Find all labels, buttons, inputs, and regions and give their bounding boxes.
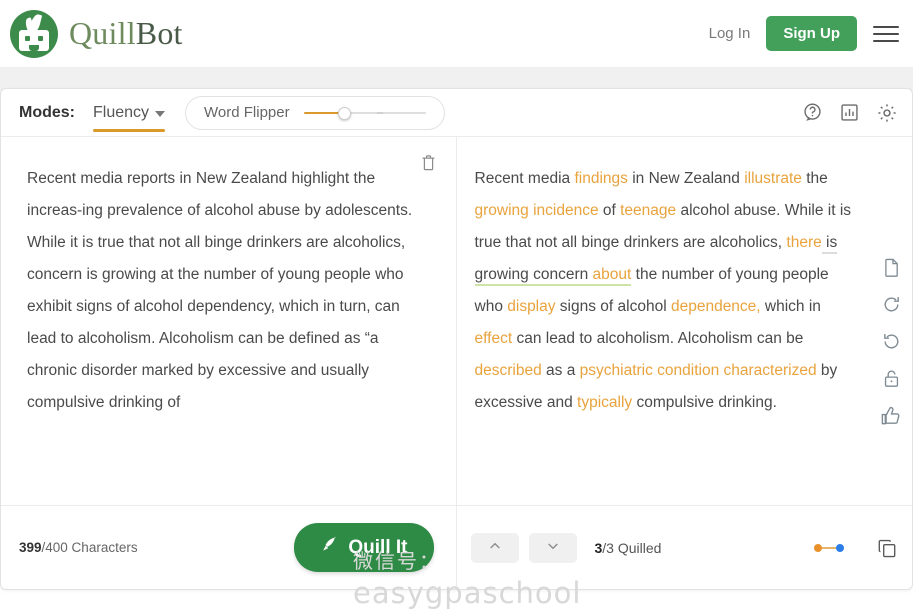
changed-phrase[interactable]: growing concern	[474, 266, 593, 286]
output-tools	[870, 257, 912, 427]
app-header: QuillBot Log In Sign Up	[0, 0, 913, 67]
chevron-down-icon	[155, 110, 166, 117]
changed-phrase[interactable]: is	[821, 234, 838, 254]
output-text-run: can lead to alcoholism. Alcoholism can b…	[512, 330, 804, 347]
paraphraser-card: Modes: Fluency Word Flipper Recent media…	[0, 88, 913, 610]
suggested-word[interactable]: about	[592, 266, 632, 286]
hamburger-menu-icon[interactable]	[873, 24, 899, 44]
sentence-diff-legend[interactable]	[814, 543, 844, 552]
input-text[interactable]: Recent media reports in New Zealand high…	[1, 137, 456, 419]
output-text-run: which in	[760, 298, 821, 315]
suggested-word[interactable]: teenage	[620, 202, 676, 219]
previous-variant-button[interactable]	[470, 532, 519, 563]
signup-button[interactable]: Sign Up	[766, 16, 857, 51]
legend-dot-orange	[814, 543, 822, 552]
brand-name: QuillBot	[69, 15, 183, 52]
suggested-word[interactable]: illustrate	[744, 170, 802, 187]
word-flipper-slider[interactable]	[303, 106, 426, 120]
output-text-run: compulsive drinking.	[632, 394, 777, 411]
suggested-word[interactable]: typically	[577, 394, 632, 411]
redo-icon[interactable]	[881, 294, 902, 315]
brand-name-quill: Quill	[69, 15, 136, 51]
suggested-word[interactable]: effect	[475, 330, 513, 347]
input-panel[interactable]: Recent media reports in New Zealand high…	[1, 137, 457, 505]
modes-bar: Modes: Fluency Word Flipper	[1, 89, 912, 137]
output-text-run: the	[801, 170, 828, 187]
footer-right: 3/3 Quilled	[457, 506, 913, 589]
header-actions: Log In Sign Up	[709, 16, 899, 51]
output-text[interactable]: Recent media findings in New Zealand ill…	[457, 137, 913, 419]
suggested-word[interactable]: described	[475, 362, 542, 379]
bar-chart-icon[interactable]	[839, 102, 860, 123]
character-count: 399/400 Characters	[19, 540, 138, 555]
quilled-counter: 3/3 Quilled	[595, 540, 662, 556]
character-count-current: 399	[19, 540, 42, 555]
word-flipper-control[interactable]: Word Flipper	[185, 95, 446, 130]
quilled-total: /3 Quilled	[602, 539, 662, 556]
document-icon[interactable]	[881, 257, 902, 278]
modes-label: Modes:	[19, 103, 75, 121]
suggested-word[interactable]: display	[507, 298, 555, 315]
legend-connector	[822, 546, 836, 549]
output-text-run: in New Zealand	[627, 170, 745, 187]
login-link[interactable]: Log In	[709, 25, 751, 42]
chevron-down-icon	[545, 538, 561, 557]
suggested-word[interactable]: psychiatric condition characterized	[580, 362, 817, 379]
output-text-run: as a	[541, 362, 580, 379]
editor-footer: 399/400 Characters Quill It 3/3 Quilled	[1, 505, 912, 589]
brand-name-bot: Bot	[135, 15, 183, 51]
quill-pen-icon	[320, 535, 339, 560]
gear-icon[interactable]	[876, 102, 898, 124]
quillbot-robot-logo-icon	[10, 9, 58, 58]
mode-selector-label: Fluency	[93, 103, 150, 121]
suggested-word[interactable]: findings	[574, 170, 627, 187]
suggested-word[interactable]: there	[786, 234, 821, 251]
quill-it-label: Quill It	[348, 536, 408, 558]
editor-panels: Recent media reports in New Zealand high…	[1, 137, 913, 610]
character-count-total: /400 Characters	[41, 540, 138, 555]
output-text-run: of	[598, 202, 621, 219]
undo-icon[interactable]	[881, 331, 902, 352]
output-text-run: signs of alcohol	[555, 298, 671, 315]
quill-it-button[interactable]: Quill It	[294, 523, 434, 572]
footer-left: 399/400 Characters Quill It	[1, 506, 457, 589]
next-variant-button[interactable]	[528, 532, 577, 563]
chevron-up-icon	[487, 538, 503, 557]
modes-bar-icons	[802, 102, 898, 124]
trash-icon[interactable]	[419, 153, 438, 177]
output-text-run: Recent media	[474, 170, 575, 187]
suggested-word[interactable]: growing incidence	[475, 202, 599, 219]
help-circle-icon[interactable]	[802, 102, 823, 123]
slider-tick	[376, 111, 383, 114]
copy-icon[interactable]	[876, 537, 898, 559]
mode-selector-fluency[interactable]: Fluency	[93, 103, 166, 132]
suggested-word[interactable]: dependence,	[671, 298, 761, 315]
output-panel[interactable]: Recent media findings in New Zealand ill…	[457, 137, 913, 505]
legend-dot-blue	[836, 543, 844, 552]
brand-logo[interactable]: QuillBot	[10, 9, 183, 58]
thumbs-up-icon[interactable]	[880, 405, 902, 427]
slider-thumb[interactable]	[337, 106, 351, 120]
lock-icon[interactable]	[881, 368, 902, 389]
word-flipper-label: Word Flipper	[204, 104, 290, 121]
